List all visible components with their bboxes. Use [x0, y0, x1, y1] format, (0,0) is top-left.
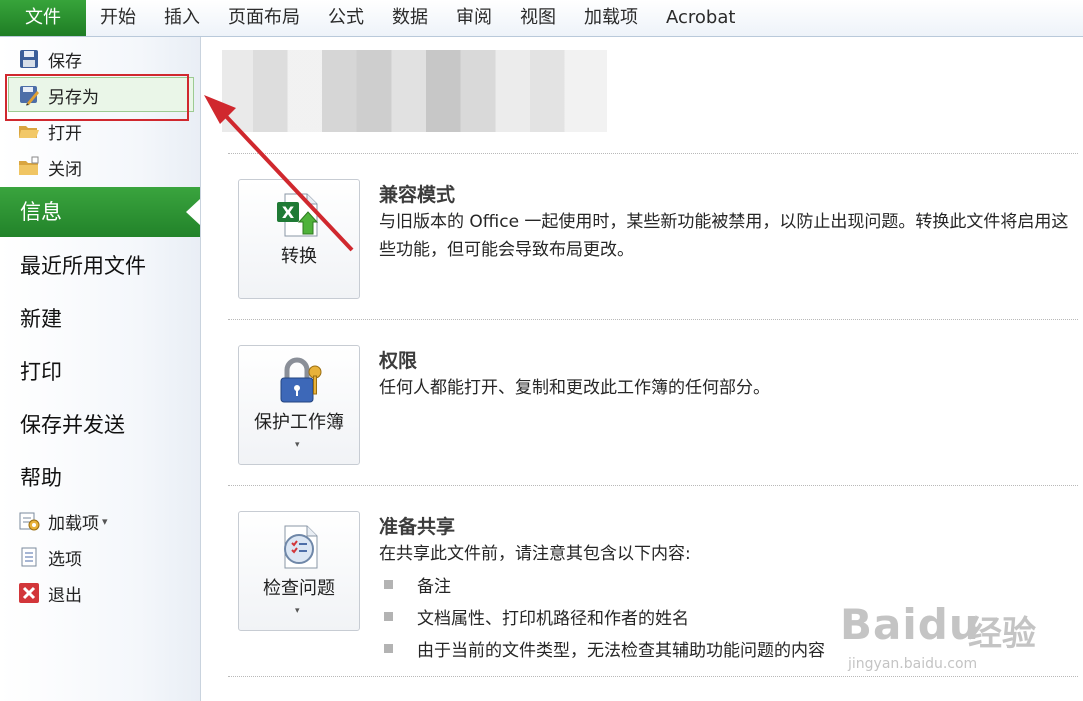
exit-icon [18, 582, 40, 604]
tab-view[interactable]: 视图 [506, 0, 570, 36]
bullet-square-icon [384, 612, 393, 621]
separator [228, 153, 1078, 154]
nav-options-label: 选项 [48, 549, 82, 570]
nav-close[interactable]: 关闭 [18, 153, 82, 181]
nav-page-new[interactable]: 新建 [0, 294, 200, 344]
nav-save-label: 保存 [48, 51, 82, 72]
ribbon-tabs: 开始 插入 页面布局 公式 数据 审阅 视图 加载项 Acrobat [86, 0, 749, 36]
tab-review[interactable]: 审阅 [442, 0, 506, 36]
compat-mode-description: 与旧版本的 Office 一起使用时，某些新功能被禁用，以防止出现问题。转换此文… [379, 212, 1069, 260]
permissions-title: 权限 [379, 350, 418, 372]
nav-exit-label: 退出 [48, 585, 82, 606]
list-item-text: 由于当前的文件类型，无法检查其辅助功能问题的内容 [417, 641, 825, 661]
prepare-share-title: 准备共享 [379, 516, 456, 538]
nav-options[interactable]: 选项 [18, 543, 82, 571]
nav-save[interactable]: 保存 [18, 45, 82, 73]
annotation-red-box [5, 74, 189, 121]
bullet-square-icon [384, 644, 393, 653]
protect-workbook-button[interactable]: 保护工作簿 ▾ [238, 345, 360, 465]
prepare-share-description: 在共享此文件前，请注意其包含以下内容: [379, 544, 691, 564]
tab-page-layout[interactable]: 页面布局 [214, 0, 314, 36]
nav-page-save-send[interactable]: 保存并发送 [0, 400, 200, 450]
list-item: 由于当前的文件类型，无法检查其辅助功能问题的内容 [384, 636, 825, 661]
folder-close-icon [18, 156, 40, 178]
ribbon-tab-bar: 文件 开始 插入 页面布局 公式 数据 审阅 视图 加载项 Acrobat [0, 0, 1083, 37]
separator [228, 319, 1078, 320]
check-issues-label: 检查问题 [263, 578, 335, 599]
folder-open-icon [18, 120, 40, 142]
chevron-down-icon: ▾ [295, 440, 300, 450]
excel-convert-icon: X [275, 190, 325, 240]
check-issues-button[interactable]: 检查问题 ▾ [238, 511, 360, 631]
backstage-nav: 保存 另存为 打开 关闭 信息 最近所用文件 新建 打印 保存并发送 帮助 加载… [0, 37, 201, 701]
padlock-key-icon [275, 356, 325, 406]
svg-text:X: X [282, 203, 295, 222]
separator [228, 485, 1078, 486]
nav-close-label: 关闭 [48, 159, 82, 180]
nav-page-recent[interactable]: 最近所用文件 [0, 241, 200, 291]
tab-home[interactable]: 开始 [86, 0, 150, 36]
tab-formulas[interactable]: 公式 [314, 0, 378, 36]
nav-addins-label: 加载项 [48, 513, 99, 534]
list-item: 备注 [384, 572, 451, 597]
tab-insert[interactable]: 插入 [150, 0, 214, 36]
protect-workbook-label: 保护工作簿 [254, 412, 344, 433]
nav-page-help[interactable]: 帮助 [0, 453, 200, 503]
nav-exit[interactable]: 退出 [18, 579, 82, 607]
convert-button[interactable]: X 转换 [238, 179, 360, 299]
baidu-jingyan-watermark: Baidu 经验 jingyan.baidu.com [838, 580, 1078, 696]
tab-data[interactable]: 数据 [378, 0, 442, 36]
floppy-disk-icon [18, 48, 40, 70]
watermark-logo: Baidu [840, 600, 980, 649]
chevron-down-icon: ▾ [295, 606, 300, 616]
compat-mode-title: 兼容模式 [379, 184, 456, 206]
bullet-square-icon [384, 580, 393, 589]
nav-open-label: 打开 [48, 123, 82, 144]
options-document-icon [18, 546, 40, 568]
list-item-text: 备注 [417, 577, 451, 597]
convert-button-label: 转换 [281, 246, 317, 267]
addins-icon [18, 510, 40, 532]
tab-addins[interactable]: 加载项 [570, 0, 652, 36]
list-item: 文档属性、打印机路径和作者的姓名 [384, 604, 689, 629]
tab-acrobat[interactable]: Acrobat [652, 0, 749, 36]
permissions-description: 任何人都能打开、复制和更改此工作簿的任何部分。 [379, 378, 770, 398]
watermark-url: jingyan.baidu.com [848, 656, 978, 672]
list-item-text: 文档属性、打印机路径和作者的姓名 [417, 609, 689, 629]
nav-addins[interactable]: 加载项 ▾ [18, 507, 108, 535]
watermark-suffix: 经验 [968, 614, 1036, 654]
tab-file[interactable]: 文件 [0, 0, 86, 36]
inspect-checklist-icon [275, 522, 325, 572]
nav-page-info[interactable]: 信息 [0, 187, 200, 237]
nav-open[interactable]: 打开 [18, 117, 82, 145]
chevron-down-icon: ▾ [102, 514, 108, 528]
nav-page-print[interactable]: 打印 [0, 347, 200, 397]
redacted-file-path [222, 50, 607, 132]
